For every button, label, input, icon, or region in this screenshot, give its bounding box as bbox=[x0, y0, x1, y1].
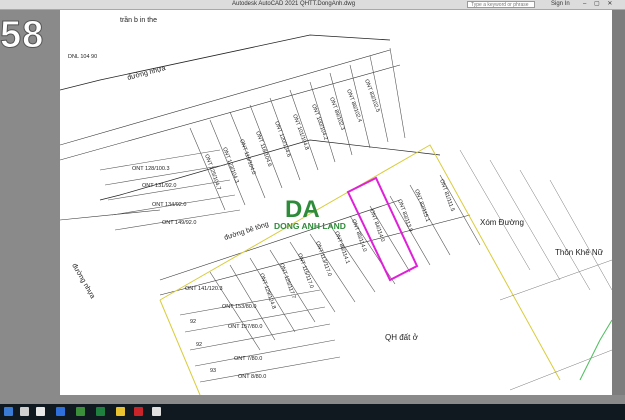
taskbar bbox=[0, 404, 625, 420]
road-top-label: đường nhựa bbox=[127, 65, 167, 82]
plot-label: ONT 115/117.0 bbox=[296, 253, 314, 290]
plot-label: ONT 125/117.7 bbox=[278, 263, 296, 300]
logo-letters: DA bbox=[285, 196, 320, 223]
plot-label: ONT 120/104.6 bbox=[273, 121, 291, 158]
right-panel bbox=[612, 10, 625, 395]
plot-label: ONT 131/92.0 bbox=[142, 183, 176, 189]
title-bar: Autodesk AutoCAD 2021 QHTT.DongAnh.dwg T… bbox=[0, 0, 625, 10]
plot-label: ONT 134/92.0 bbox=[152, 202, 186, 208]
road-concrete-label: đường bê tông bbox=[223, 221, 269, 242]
plot-label: ONT 116/104.0 bbox=[238, 139, 256, 176]
plot-label: ONT 153/80.0 bbox=[222, 304, 256, 310]
area-thon-khe-nu: Thôn Khê Nữ bbox=[555, 248, 604, 257]
search-input[interactable]: Type a keyword or phrase bbox=[467, 1, 535, 8]
sign-in-button[interactable]: Sign In bbox=[551, 0, 570, 9]
chat-app-icon[interactable] bbox=[96, 407, 105, 416]
plot-label: ONT 141/120.3 bbox=[185, 286, 223, 292]
plot-label: ONT 128/100.3 bbox=[132, 166, 170, 172]
cad-drawing[interactable]: DA DONG ANH LAND trần b in the DNL 104 9… bbox=[59, 10, 613, 396]
plot-label: ONT 89/102.3 bbox=[328, 97, 345, 131]
plot-label: ONT 118/104.6 bbox=[254, 131, 272, 168]
drawing-canvas[interactable]: DA DONG ANH LAND trần b in the DNL 104 9… bbox=[59, 10, 613, 396]
folder-icon[interactable] bbox=[116, 407, 125, 416]
area-xom-duong: Xóm Đường bbox=[480, 218, 524, 227]
plot-label: ONT 82/115.1 bbox=[413, 189, 430, 223]
windows-start-icon[interactable] bbox=[4, 407, 13, 416]
window-controls[interactable]: – ▢ ✕ bbox=[583, 0, 615, 9]
plot-label: ONT 85/114.0 bbox=[350, 219, 367, 253]
plot-label: ONT 129/124.8 bbox=[258, 273, 276, 310]
plot-label: 92 bbox=[196, 342, 202, 348]
plot-label: ONT 8/80.0 bbox=[238, 374, 266, 380]
app-icon[interactable] bbox=[152, 407, 161, 416]
logo-name: DONG ANH LAND bbox=[274, 221, 346, 231]
plot-label: ONT 100/104.2 bbox=[310, 104, 328, 141]
left-panel bbox=[0, 10, 60, 395]
task-view-icon[interactable] bbox=[36, 407, 45, 416]
word-icon[interactable] bbox=[56, 407, 65, 416]
road-left-label: đường nhựa bbox=[70, 263, 96, 301]
plot-label: ONT 157/80.0 bbox=[228, 324, 262, 330]
excel-icon[interactable] bbox=[76, 407, 85, 416]
autocad-icon[interactable] bbox=[134, 407, 143, 416]
top-road-label: trần b in the bbox=[120, 15, 157, 24]
plot-label: ONT 7/80.0 bbox=[234, 356, 262, 362]
overlay-watermark-number: 58 bbox=[0, 14, 45, 57]
plot-label: ONT 86/114.1 bbox=[333, 231, 350, 265]
plot-label: ONT 83/102.5 bbox=[363, 79, 380, 113]
window-title: Autodesk AutoCAD 2021 QHTT.DongAnh.dwg bbox=[232, 1, 356, 7]
corner-code: DNL 104 90 bbox=[68, 54, 97, 60]
area-qh-dat-o: QH đất ở bbox=[385, 333, 419, 342]
plot-label: ONT 113/117.0 bbox=[314, 241, 332, 278]
plot-label: ONT 125/104.7 bbox=[203, 154, 221, 191]
plot-label: 92 bbox=[190, 319, 196, 325]
search-icon[interactable] bbox=[20, 407, 29, 416]
plot-label: ONT 149/92.0 bbox=[162, 220, 196, 226]
company-logo: DA DONG ANH LAND bbox=[274, 196, 346, 231]
plot-label: ONT 81/111.5 bbox=[438, 179, 455, 213]
plot-label: 93 bbox=[210, 368, 216, 374]
